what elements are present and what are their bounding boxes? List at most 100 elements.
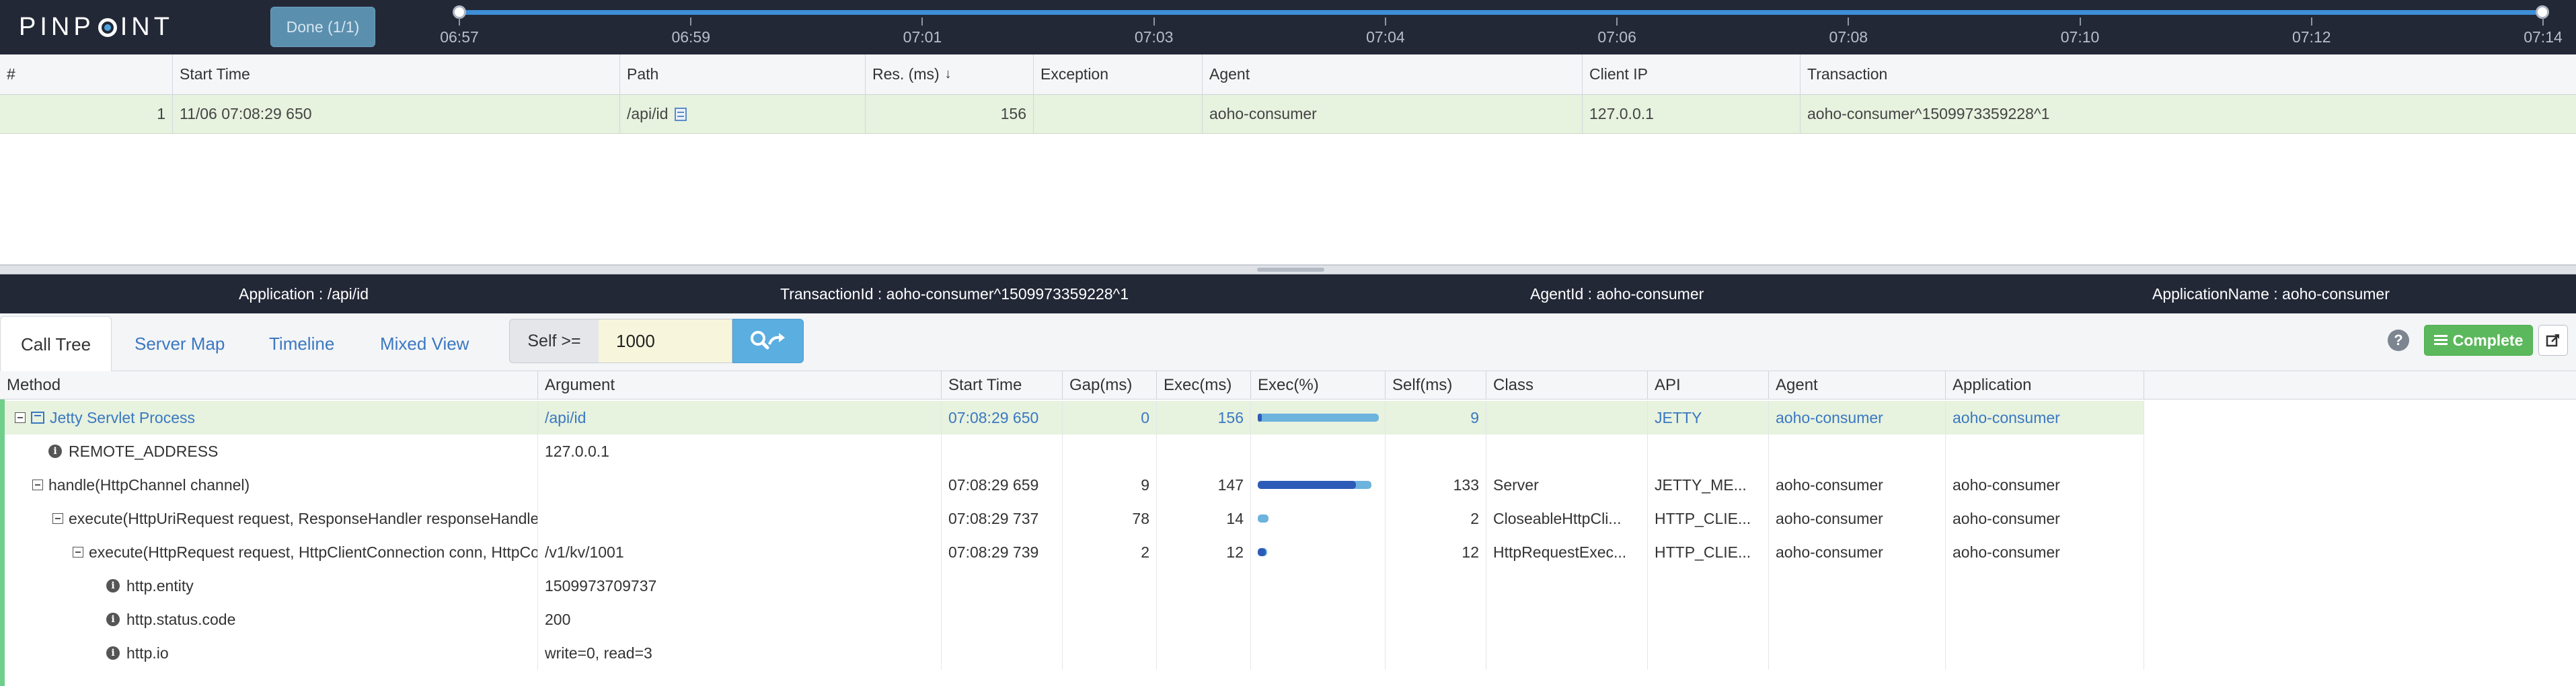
col-exec[interactable]: Exec(ms): [1157, 371, 1251, 399]
argument-cell: 200: [538, 603, 942, 636]
col-header-index[interactable]: #: [0, 54, 173, 94]
exec-pct-bar: [1258, 481, 1378, 489]
col-header-res[interactable]: Res. (ms) ↓: [866, 54, 1034, 94]
info-icon: i: [106, 646, 120, 660]
col-header-path[interactable]: Path: [620, 54, 866, 94]
exec-cell: [1157, 603, 1251, 636]
detail-tabs-bar: Call Tree Server Map Timeline Mixed View…: [0, 313, 2576, 372]
application-cell: [1946, 569, 2144, 603]
transaction-list: # Start Time Path Res. (ms) ↓ Exception …: [0, 54, 2576, 265]
tx-agent: aoho-consumer: [1203, 95, 1583, 133]
method-name: http.entity: [126, 576, 194, 595]
col-self[interactable]: Self(ms): [1386, 371, 1486, 399]
exec-pct-cell: [1251, 535, 1386, 569]
timeline-tick-label: 07:14: [2524, 28, 2563, 46]
col-api[interactable]: API: [1648, 371, 1769, 399]
timeline-tick-label: 07:08: [1829, 28, 1868, 46]
tab-timeline[interactable]: Timeline: [249, 316, 354, 371]
exec-pct-bar-self: [1258, 548, 1266, 556]
call-tree-row[interactable]: execute(HttpUriRequest request, Response…: [0, 502, 2144, 535]
exec-pct-bar: [1258, 414, 1379, 422]
panel-splitter[interactable]: [0, 265, 2576, 274]
collapse-toggle-icon[interactable]: [15, 412, 26, 423]
exec-pct-bar: [1258, 548, 1378, 556]
tx-path: /api/id: [620, 95, 866, 133]
info-icon: i: [48, 445, 62, 458]
class-cell: [1486, 401, 1648, 434]
list-icon: [2433, 335, 2448, 346]
detail-list-icon[interactable]: [675, 107, 687, 121]
col-exec-pct[interactable]: Exec(%): [1251, 371, 1386, 399]
timeline-end-handle[interactable]: [2536, 5, 2549, 19]
exec-pct-cell: [1251, 434, 1386, 468]
call-tree-row[interactable]: handle(HttpChannel channel) 07:08:29 659 9…: [0, 468, 2144, 502]
transaction-row[interactable]: 1 11/06 07:08:29 650 /api/id 156 aoho-co…: [0, 95, 2576, 134]
application-cell: aoho-consumer: [1946, 468, 2144, 502]
method-name: http.status.code: [126, 610, 236, 628]
self-cell: [1386, 636, 1486, 670]
class-cell: [1486, 569, 1648, 603]
exec-pct-cell: [1251, 502, 1386, 535]
call-tree-row[interactable]: execute(HttpRequest request, HttpClientC…: [0, 535, 2144, 569]
timeline-tick-label: 07:06: [1597, 28, 1636, 46]
help-icon[interactable]: ?: [2388, 330, 2409, 351]
col-header-start-time[interactable]: Start Time: [173, 54, 620, 94]
col-header-exception[interactable]: Exception: [1034, 54, 1203, 94]
timeline-start-handle[interactable]: [453, 5, 466, 19]
gap-cell: 2: [1063, 535, 1157, 569]
call-tree-header-filler: [2144, 371, 2576, 399]
timeline-tick-label: 06:59: [671, 28, 710, 46]
collapse-toggle-icon[interactable]: [52, 513, 63, 524]
agent-cell: [1769, 636, 1946, 670]
tab-server-map[interactable]: Server Map: [114, 316, 245, 371]
exec-cell: 156: [1157, 401, 1251, 434]
timeline-tick-label: 07:10: [2060, 28, 2100, 46]
col-header-agent[interactable]: Agent: [1203, 54, 1583, 94]
col-header-transaction[interactable]: Transaction: [1801, 54, 2576, 94]
col-application[interactable]: Application: [1946, 371, 2144, 399]
application-cell: aoho-consumer: [1946, 502, 2144, 535]
open-external-button[interactable]: [2538, 325, 2568, 356]
call-tree-header: Method Argument Start Time Gap(ms) Exec(…: [0, 371, 2144, 399]
splitter-grip[interactable]: [1257, 268, 1324, 272]
col-agent[interactable]: Agent: [1769, 371, 1946, 399]
tab-call-tree[interactable]: Call Tree: [0, 316, 112, 372]
call-tree-row[interactable]: i http.entity 1509973709737: [0, 569, 2144, 603]
start-time-cell: [942, 636, 1063, 670]
call-tree-row[interactable]: i http.io write=0, read=3: [0, 636, 2144, 670]
exec-cell: [1157, 434, 1251, 468]
timeline-track[interactable]: [459, 10, 2543, 15]
col-header-res-label: Res. (ms): [872, 65, 940, 83]
col-start-time[interactable]: Start Time: [942, 371, 1063, 399]
col-gap[interactable]: Gap(ms): [1063, 371, 1157, 399]
timeline-tick-label: 07:04: [1366, 28, 1405, 46]
self-filter-input[interactable]: [599, 319, 732, 363]
col-header-client-ip[interactable]: Client IP: [1583, 54, 1801, 94]
method-cell: execute(HttpUriRequest request, Response…: [0, 502, 538, 535]
method-cell: i http.entity: [0, 569, 538, 603]
pinpoint-logo[interactable]: PINP INT: [19, 7, 174, 47]
done-button[interactable]: Done (1/1): [270, 7, 375, 47]
logo-text-right: INT: [120, 12, 174, 41]
gap-cell: [1063, 636, 1157, 670]
collapse-toggle-icon[interactable]: [73, 547, 83, 558]
call-tree-row[interactable]: Jetty Servlet Process/api/id 07:08:29 650…: [0, 401, 2144, 434]
col-class[interactable]: Class: [1486, 371, 1648, 399]
start-time-cell: [942, 603, 1063, 636]
collapse-toggle-icon[interactable]: [32, 480, 43, 490]
call-tree-row[interactable]: i REMOTE_ADDRESS 127.0.0.1: [0, 434, 2144, 468]
method-cell: execute(HttpRequest request, HttpClientC…: [0, 535, 538, 569]
call-tree-row[interactable]: i http.status.code 200: [0, 603, 2144, 636]
call-tree-grid: Method Argument Start Time Gap(ms) Exec(…: [0, 371, 2576, 686]
info-transaction-id: TransactionId : aoho-consumer^1509973359…: [780, 284, 1129, 303]
method-cell: i REMOTE_ADDRESS: [0, 434, 538, 468]
search-next-button[interactable]: [732, 319, 804, 363]
class-cell: [1486, 434, 1648, 468]
col-method[interactable]: Method: [0, 371, 538, 399]
self-cell: 9: [1386, 401, 1486, 434]
col-argument[interactable]: Argument: [538, 371, 942, 399]
tab-mixed-view[interactable]: Mixed View: [360, 316, 489, 371]
logo-text-left: PINP: [19, 12, 95, 41]
self-filter-label: Self >=: [509, 319, 599, 363]
complete-button[interactable]: Complete: [2424, 325, 2533, 356]
